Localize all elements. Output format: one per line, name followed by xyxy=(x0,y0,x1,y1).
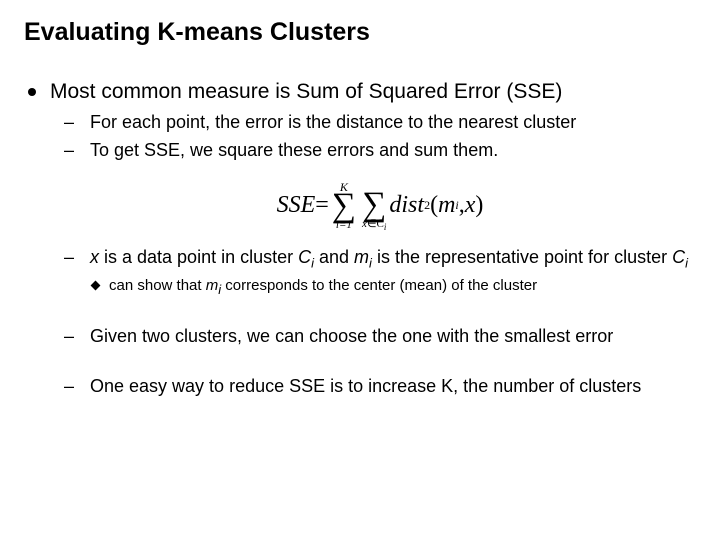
dash-icon: – xyxy=(64,139,78,162)
dash-icon: – xyxy=(64,325,78,348)
sub-bullet-text: To get SSE, we square these errors and s… xyxy=(90,139,498,162)
sub-bullet-text: For each point, the error is the distanc… xyxy=(90,111,576,134)
sigma-icon: ∑ xyxy=(362,190,386,221)
formula-dist: dist xyxy=(389,192,424,219)
formula-x: x xyxy=(465,192,476,219)
formula-open: ( xyxy=(430,192,438,219)
sub-bullet-text: x is a data point in cluster Ci and mi i… xyxy=(90,246,688,272)
sub-bullet: – For each point, the error is the dista… xyxy=(64,111,696,134)
dash-icon: – xyxy=(64,111,78,134)
sub-bullet-list: – For each point, the error is the dista… xyxy=(64,111,696,398)
sub-bullet: – Given two clusters, we can choose the … xyxy=(64,325,696,348)
sub-sub-text: can show that mi corresponds to the cent… xyxy=(109,276,537,299)
bullet-icon xyxy=(28,88,36,96)
sub-bullet: – x is a data point in cluster Ci and mi… xyxy=(64,246,696,272)
formula-lhs: SSE xyxy=(277,192,316,219)
slide-title: Evaluating K-means Clusters xyxy=(24,18,696,47)
sub-sub-bullet: can show that mi corresponds to the cent… xyxy=(92,276,696,299)
sigma-inner: ∑ x∈Ci xyxy=(362,180,386,232)
formula-m: m xyxy=(438,192,455,219)
diamond-icon xyxy=(91,281,101,291)
dash-icon: – xyxy=(64,246,78,269)
sigma-icon: ∑ xyxy=(332,191,356,222)
sigma-outer: K ∑ i=1 xyxy=(332,181,356,231)
sigma-lower: i=1 xyxy=(336,220,352,231)
dash-icon: – xyxy=(64,375,78,398)
sub-bullet: – To get SSE, we square these errors and… xyxy=(64,139,696,162)
sigma-lower: x∈Ci xyxy=(362,219,386,232)
formula-close: ) xyxy=(475,192,483,219)
sub-bullet-text: One easy way to reduce SSE is to increas… xyxy=(90,375,641,398)
sse-formula: SSE = K ∑ i=1 ∑ x∈Ci dist2(mi, x) xyxy=(64,180,696,232)
main-bullet-text: Most common measure is Sum of Squared Er… xyxy=(50,79,562,105)
formula-eq: = xyxy=(315,192,329,219)
sub-bullet-text: Given two clusters, we can choose the on… xyxy=(90,325,613,348)
main-bullet: Most common measure is Sum of Squared Er… xyxy=(28,79,696,105)
sub-bullet: – One easy way to reduce SSE is to incre… xyxy=(64,375,696,398)
